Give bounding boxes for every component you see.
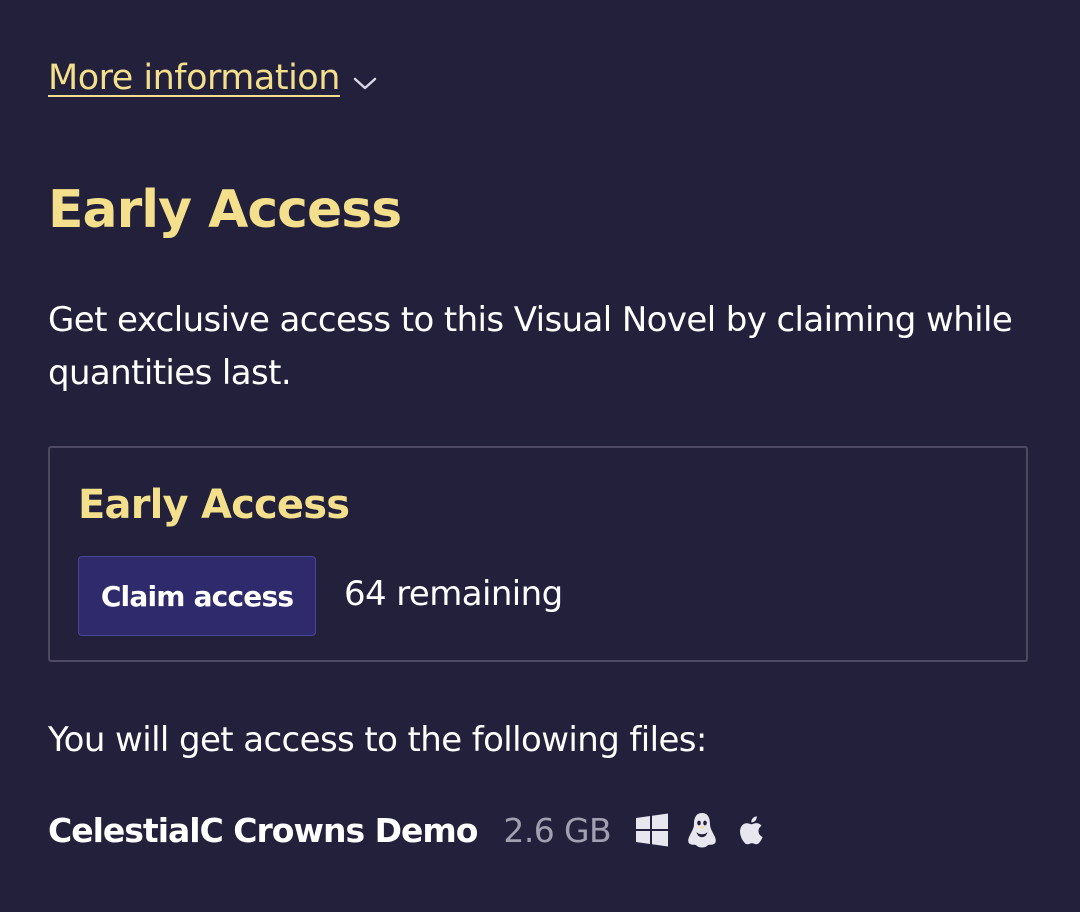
file-name: CelestialC Crowns Demo [48,810,478,850]
reward-section: More information Early Access Get exclus… [48,0,1032,912]
reward-title: Early Access [78,482,350,528]
section-description: Get exclusive access to this Visual Nove… [48,300,1013,393]
claim-access-button[interactable]: Claim access [78,556,316,636]
more-info-toggle[interactable]: More information [48,56,378,100]
files-intro: You will get access to the following fil… [48,720,707,760]
reward-card: Early Access Claim access 64 remaining [48,446,1028,662]
linux-icon [688,813,716,848]
chevron-down-icon[interactable] [352,73,378,93]
apple-icon [740,816,763,845]
file-size: 2.6 GB [503,810,612,850]
more-info-link[interactable]: More information [48,56,340,100]
file-row: CelestialC Crowns Demo 2.6 GB [48,806,769,854]
windows-icon [636,813,669,847]
remaining-count: 64 remaining [344,574,563,614]
section-title: Early Access [48,180,402,240]
